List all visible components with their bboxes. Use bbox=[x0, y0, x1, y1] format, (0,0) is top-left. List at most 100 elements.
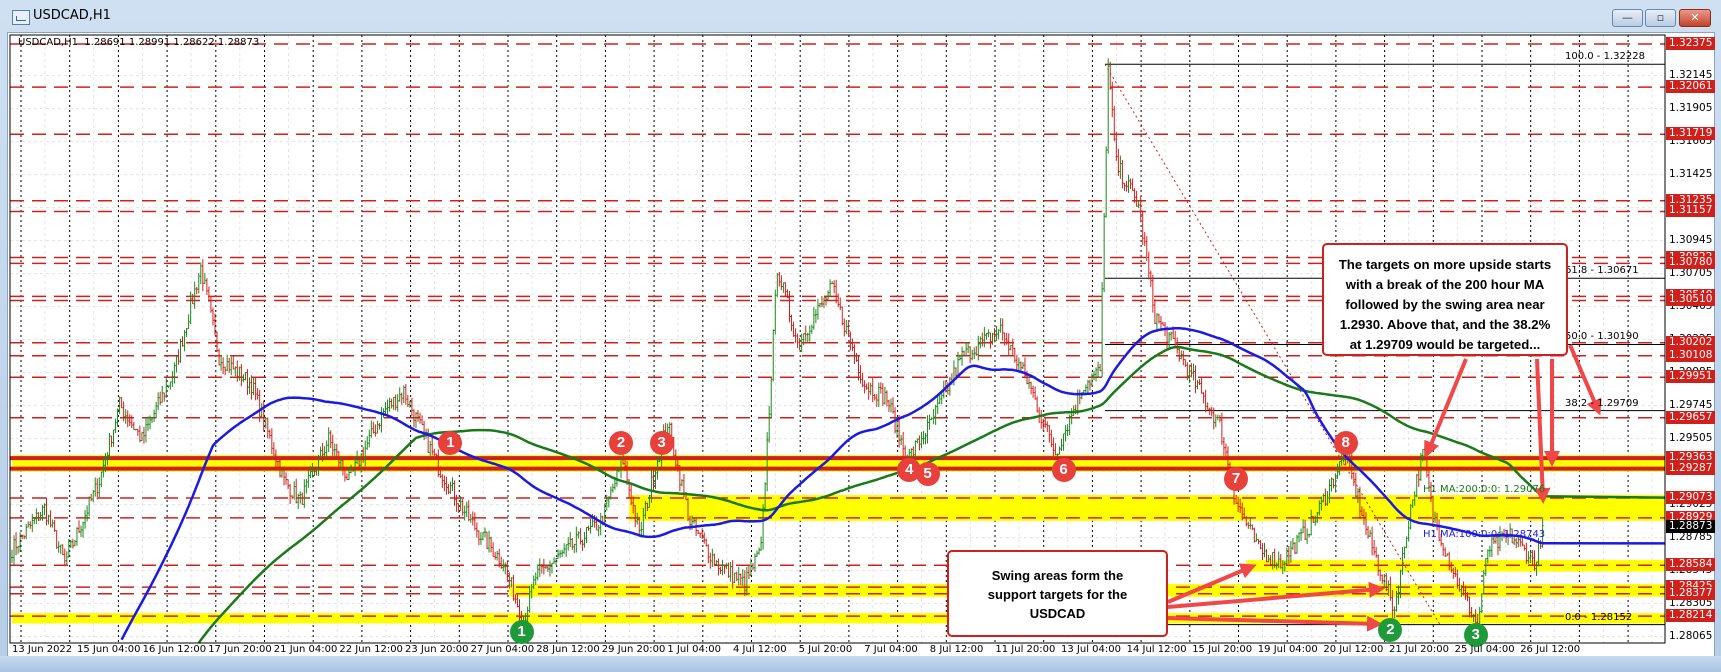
candle bbox=[776, 272, 779, 298]
candle bbox=[55, 529, 58, 550]
candle bbox=[705, 538, 708, 547]
time-axis-label: 8 Jul 12:00 bbox=[929, 644, 984, 655]
candle bbox=[305, 478, 308, 494]
candle bbox=[1107, 58, 1110, 154]
candle bbox=[995, 325, 998, 341]
candle bbox=[167, 385, 170, 389]
time-axis-label: 21 Jul 20:00 bbox=[1389, 644, 1449, 655]
candle bbox=[153, 409, 156, 422]
candle bbox=[207, 286, 210, 302]
annotation-line: Swing areas form the bbox=[991, 568, 1124, 583]
candle bbox=[1293, 542, 1296, 555]
candle bbox=[473, 512, 476, 531]
candle bbox=[1030, 381, 1033, 395]
candle bbox=[250, 375, 253, 400]
candle bbox=[88, 496, 91, 517]
candle bbox=[59, 544, 62, 555]
candle bbox=[930, 417, 933, 421]
candle bbox=[833, 280, 836, 294]
candle bbox=[1306, 528, 1309, 544]
candle bbox=[546, 565, 549, 572]
price-axis-tick: 1.30945 bbox=[1669, 233, 1713, 246]
candle bbox=[924, 432, 927, 445]
level-price-tag: 1.32375 bbox=[1666, 37, 1716, 50]
candle bbox=[1003, 332, 1006, 346]
candle bbox=[810, 324, 813, 334]
candle bbox=[1046, 421, 1049, 433]
level-price-tag: 1.30202 bbox=[1666, 335, 1716, 349]
candle bbox=[185, 328, 188, 338]
time-axis-label: 27 Jun 04:00 bbox=[470, 644, 535, 655]
price-axis-tick: 1.31905 bbox=[1669, 101, 1713, 114]
candle bbox=[345, 473, 348, 481]
candle bbox=[289, 484, 292, 504]
candle bbox=[504, 562, 507, 575]
candle bbox=[191, 293, 194, 305]
time-axis-label: 11 Jul 20:00 bbox=[995, 644, 1056, 655]
candle bbox=[1019, 361, 1022, 372]
candle bbox=[100, 471, 103, 488]
candle bbox=[536, 564, 539, 581]
candle bbox=[920, 432, 923, 449]
price-axis-tick: 1.28785 bbox=[1669, 530, 1713, 543]
candle bbox=[1247, 521, 1250, 529]
candle bbox=[199, 262, 202, 285]
candle bbox=[1304, 519, 1307, 540]
fib-level-label: 38.2 - 1.29709 bbox=[1565, 397, 1639, 409]
candle bbox=[727, 562, 730, 578]
candle bbox=[179, 338, 182, 363]
candle bbox=[500, 556, 503, 569]
candle bbox=[1291, 537, 1294, 550]
candle bbox=[733, 572, 736, 584]
candle bbox=[859, 365, 862, 384]
candle bbox=[325, 440, 328, 457]
candle bbox=[155, 401, 158, 419]
annotation-line: The targets on more upside starts bbox=[1338, 257, 1552, 272]
candle bbox=[934, 404, 937, 425]
candle bbox=[467, 500, 470, 522]
candle bbox=[295, 478, 298, 504]
candle bbox=[327, 427, 330, 453]
candle bbox=[429, 440, 432, 457]
candle bbox=[15, 532, 18, 556]
candle bbox=[80, 525, 83, 538]
candle bbox=[806, 332, 809, 343]
candle bbox=[1261, 543, 1264, 561]
candle bbox=[559, 550, 562, 558]
candle bbox=[841, 306, 844, 326]
candle bbox=[971, 349, 974, 361]
candle bbox=[1119, 155, 1122, 179]
candle bbox=[831, 281, 834, 285]
candle bbox=[794, 328, 797, 343]
candle bbox=[57, 541, 60, 553]
candle bbox=[1036, 396, 1039, 413]
candle bbox=[561, 549, 564, 558]
candle bbox=[84, 510, 87, 529]
candle bbox=[1062, 433, 1065, 451]
candle bbox=[390, 398, 393, 409]
candle bbox=[441, 474, 444, 488]
candle bbox=[575, 526, 578, 553]
candle bbox=[1198, 379, 1201, 386]
candle bbox=[236, 360, 239, 382]
candle bbox=[1103, 212, 1106, 293]
level-price-tag: 1.31719 bbox=[1666, 127, 1716, 141]
candle bbox=[368, 429, 371, 448]
candle bbox=[376, 420, 379, 434]
candle bbox=[1373, 540, 1376, 556]
candle bbox=[1192, 363, 1195, 381]
time-axis-label: 1 Jul 04:00 bbox=[667, 644, 721, 655]
annotation-arrow bbox=[1534, 358, 1551, 504]
candle bbox=[717, 558, 720, 576]
candle bbox=[916, 438, 919, 444]
level-price-tag: 1.32061 bbox=[1666, 80, 1716, 94]
candle bbox=[975, 346, 978, 356]
candle bbox=[13, 535, 16, 565]
candle bbox=[142, 426, 145, 444]
candle bbox=[1127, 174, 1130, 193]
candle bbox=[494, 551, 497, 560]
annotation-line: followed by the swing area near bbox=[1345, 297, 1545, 312]
candle bbox=[918, 435, 921, 451]
candle bbox=[203, 273, 206, 284]
candle bbox=[877, 382, 880, 407]
